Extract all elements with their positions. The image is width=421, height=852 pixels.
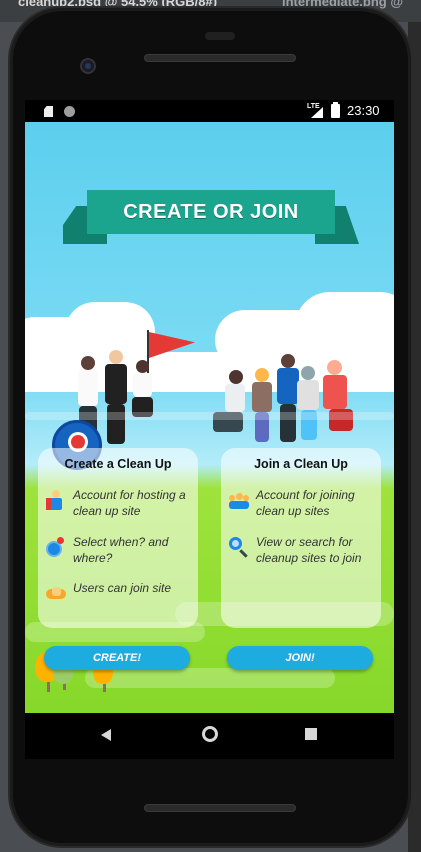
back-icon[interactable] <box>101 729 111 741</box>
network-type: LTE <box>307 103 320 110</box>
create-feature-when-where-text: Select when? and where? <box>73 535 169 565</box>
group-icon <box>229 490 249 510</box>
front-camera-icon <box>80 58 96 74</box>
create-or-join-banner: CREATE OR JOIN <box>63 190 359 252</box>
android-navigation-bar <box>25 713 394 759</box>
handshake-icon <box>46 583 66 603</box>
home-icon[interactable] <box>202 726 218 742</box>
notification-dot-icon <box>64 106 75 117</box>
create-feature-users-join: Users can join site <box>46 581 196 603</box>
create-feature-when-where: Select when? and where? <box>46 535 196 566</box>
join-button[interactable]: JOIN! <box>227 646 373 670</box>
superhero-icon <box>46 490 66 510</box>
globe-pin-icon <box>46 537 66 557</box>
create-feature-hosting-text: Account for hosting a clean up site <box>73 488 186 518</box>
create-feature-users-join-text: Users can join site <box>73 581 172 595</box>
search-icon <box>229 537 249 558</box>
join-card-title: Join a Clean Up <box>254 457 348 471</box>
create-button[interactable]: CREATE! <box>44 646 190 670</box>
join-feature-search: View or search for cleanup sites to join <box>229 535 379 566</box>
top-speaker-grille <box>144 54 296 62</box>
bottom-speaker-grille <box>144 804 296 812</box>
status-clock: 23:30 <box>347 103 380 118</box>
recent-apps-icon[interactable] <box>305 728 317 740</box>
banner-title: CREATE OR JOIN <box>87 190 335 234</box>
create-feature-hosting: Account for hosting a clean up site <box>46 488 196 519</box>
join-feature-search-text: View or search for cleanup sites to join <box>256 535 362 565</box>
battery-icon <box>331 102 340 118</box>
join-feature-joining: Account for joining clean up sites <box>229 488 379 519</box>
join-feature-joining-text: Account for joining clean up sites <box>256 488 355 518</box>
create-card-title: Create a Clean Up <box>64 457 172 471</box>
join-cleanup-card: Join a Clean Up Account for joining clea… <box>221 448 381 628</box>
earpiece <box>205 32 235 40</box>
sim-card-icon <box>44 106 53 117</box>
create-or-join-screen: CREATE OR JOIN Create a Clean Up Account… <box>25 122 394 713</box>
android-status-bar: LTE 23:30 <box>25 100 394 122</box>
create-cleanup-card: Create a Clean Up Account for hosting a … <box>38 448 198 628</box>
grass-stripe <box>85 668 335 688</box>
grass-stripe <box>25 412 394 420</box>
device-screen: LTE 23:30 CREATE OR JOIN Create a Clean … <box>25 100 394 713</box>
